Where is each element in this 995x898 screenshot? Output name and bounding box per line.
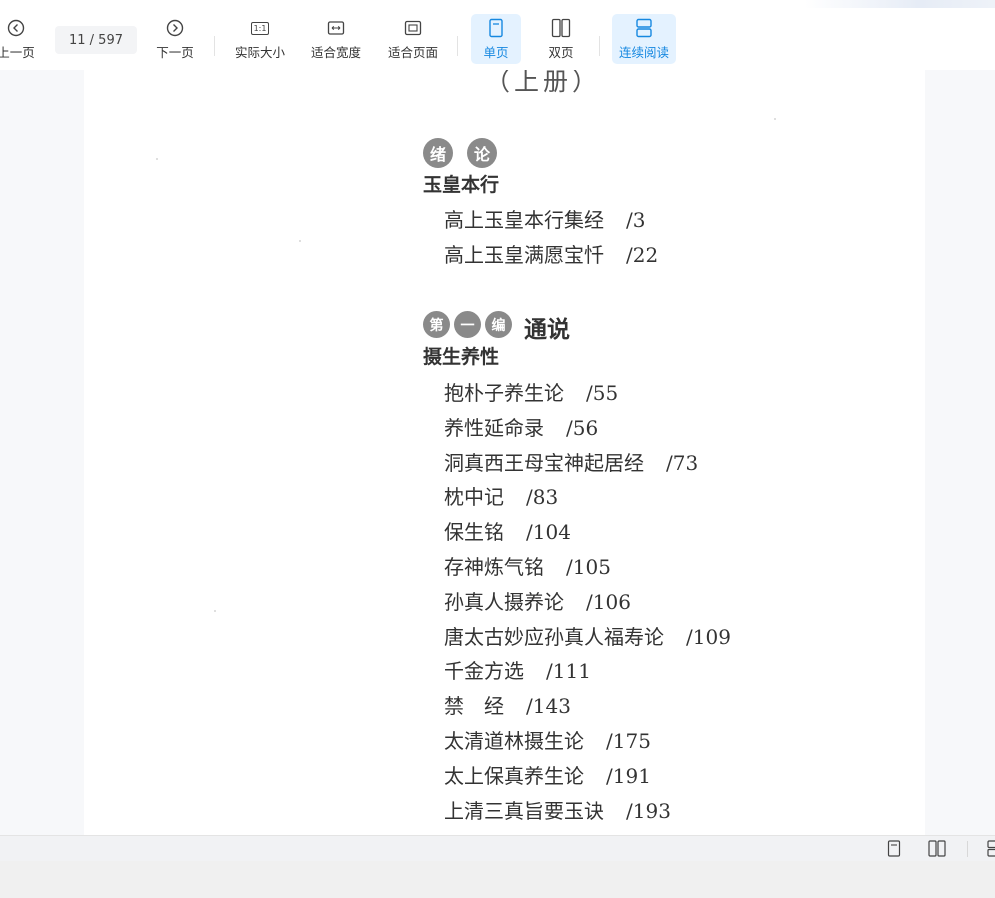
toc-entry-page: /111 xyxy=(546,659,591,684)
prev-page-button[interactable]: 上一页 xyxy=(0,14,38,64)
double-page-icon[interactable] xyxy=(928,840,946,861)
continuous-scroll-icon xyxy=(635,17,653,39)
toc-entry: 洞真西王母宝神起居经/73 xyxy=(444,447,698,476)
fit-page-button[interactable]: 适合页面 xyxy=(383,14,443,64)
fit-width-icon xyxy=(327,17,345,39)
subsection-heading: 摄生养性 xyxy=(423,346,500,368)
toc-entry: 枕中记/83 xyxy=(444,481,558,510)
toc-entry: 太上保真养生论/191 xyxy=(444,760,651,789)
scan-speck xyxy=(299,240,301,242)
section-badge: 绪 xyxy=(423,138,453,168)
toc-entry: 唐太古妙应孙真人福寿论/109 xyxy=(444,621,731,650)
section-badge: 论 xyxy=(467,138,497,168)
part-badge: 第 xyxy=(423,311,450,338)
toc-entry-page: /105 xyxy=(566,555,611,579)
scan-speck xyxy=(214,610,216,612)
scan-speck xyxy=(156,158,158,160)
toc-entry-page: /73 xyxy=(666,450,699,475)
status-bar xyxy=(0,835,995,861)
toc-entry-title: 唐太古妙应孙真人福寿论 xyxy=(444,624,664,649)
toc-entry-title: 孙真人摄养论 xyxy=(444,589,564,614)
continuous-reading-label: 连续阅读 xyxy=(618,45,669,60)
toc-entry: 保生铭/104 xyxy=(444,516,571,545)
one-to-one-icon-text: 1:1 xyxy=(250,21,270,35)
toolbar-divider xyxy=(214,36,215,56)
toc-entry: 存神炼气铭/105 xyxy=(444,551,611,580)
top-accent-glow xyxy=(805,0,995,8)
toc-entry-title: 养性延命录 xyxy=(444,415,544,440)
toc-entry-page: /3 xyxy=(626,208,646,232)
toc-entry: 千金方选/111 xyxy=(444,655,591,684)
next-page-button[interactable]: 下一页 xyxy=(152,14,198,64)
page-number-input[interactable]: 11 / 597 xyxy=(55,26,137,54)
toc-entry-title: 千金方选 xyxy=(444,659,524,684)
toc-entry-title: 抱朴子养生论 xyxy=(444,381,564,405)
prev-page-label: 上一页 xyxy=(0,45,35,60)
reader-toolbar: 上一页 11 / 597 下一页 1:1 实际大小 适合宽度 适合页面 单页 双… xyxy=(0,8,995,70)
double-page-button[interactable]: 双页 xyxy=(536,14,586,64)
toc-entry-title: 禁 经 xyxy=(444,694,504,719)
next-page-label: 下一页 xyxy=(156,45,194,60)
double-page-icon xyxy=(551,17,571,39)
toc-entry: 高上玉皇本行集经/3 xyxy=(444,204,645,233)
toc-entry: 上清三真旨要玉诀/193 xyxy=(444,795,671,824)
toc-entry-page: /83 xyxy=(526,485,559,510)
part-title: 通说 xyxy=(524,316,570,343)
toc-entry-title: 高上玉皇本行集经 xyxy=(444,208,604,232)
subsection-heading: 玉皇本行 xyxy=(423,174,500,196)
fit-page-label: 适合页面 xyxy=(387,45,438,60)
toc-entry-title: 保生铭 xyxy=(444,520,504,545)
fit-width-button[interactable]: 适合宽度 xyxy=(306,14,366,64)
toc-entry: 抱朴子养生论/55 xyxy=(444,377,618,406)
single-page-label: 单页 xyxy=(483,45,509,60)
toc-entry-title: 高上玉皇满愿宝忏 xyxy=(444,243,604,267)
circle-chevron-right-icon xyxy=(166,17,184,39)
volume-heading: （上册） xyxy=(485,70,602,96)
continuous-reading-button[interactable]: 连续阅读 xyxy=(612,14,676,64)
toc-entry: 太清道林摄生论/175 xyxy=(444,725,651,754)
continuous-scroll-icon[interactable] xyxy=(987,840,995,861)
toolbar-divider xyxy=(457,36,458,56)
actual-size-button[interactable]: 1:1 实际大小 xyxy=(230,14,290,64)
part-badge: 编 xyxy=(485,311,512,338)
one-to-one-icon: 1:1 xyxy=(250,17,270,39)
part-badge: 一 xyxy=(454,311,481,338)
toc-entry: 高上玉皇满愿宝忏/22 xyxy=(444,239,658,268)
toc-entry: 禁 经/143 xyxy=(444,690,571,719)
circle-chevron-left-icon xyxy=(7,17,25,39)
fit-page-icon xyxy=(404,17,422,39)
window-top-strip xyxy=(0,0,995,8)
toc-entry-page: /109 xyxy=(686,624,731,649)
toc-entry: 养性延命录/56 xyxy=(444,412,598,441)
toc-entry-title: 上清三真旨要玉诀 xyxy=(444,798,604,823)
toc-entry-title: 存神炼气铭 xyxy=(444,555,544,579)
scan-speck xyxy=(774,118,776,120)
double-page-label: 双页 xyxy=(548,45,574,60)
fit-width-label: 适合宽度 xyxy=(310,45,361,60)
single-page-icon xyxy=(488,17,504,39)
toc-entry-page: /191 xyxy=(606,763,651,788)
toc-entry-page: /104 xyxy=(526,520,571,545)
toc-entry-page: /106 xyxy=(586,589,631,614)
toc-entry-title: 洞真西王母宝神起居经 xyxy=(444,450,644,475)
toc-entry: 孙真人摄养论/106 xyxy=(444,586,631,615)
toc-entry-page: /193 xyxy=(626,798,671,823)
document-page: （上册） 绪 论 玉皇本行 高上玉皇本行集经/3 高上玉皇满愿宝忏/22 第 一… xyxy=(84,70,925,835)
toolbar-divider xyxy=(599,36,600,56)
toc-entry-title: 太上保真养生论 xyxy=(444,763,584,788)
window-footer xyxy=(0,861,995,898)
toc-entry-title: 枕中记 xyxy=(444,485,504,510)
toc-entry-page: /55 xyxy=(586,381,619,405)
toc-entry-page: /56 xyxy=(566,415,599,440)
toc-entry-page: /22 xyxy=(626,243,659,267)
toc-entry-page: /175 xyxy=(606,729,651,753)
status-bar-divider xyxy=(967,841,968,857)
single-page-button[interactable]: 单页 xyxy=(471,14,521,64)
single-page-icon[interactable] xyxy=(887,840,901,861)
toc-entry-title: 太清道林摄生论 xyxy=(444,729,584,753)
actual-size-label: 实际大小 xyxy=(234,45,285,60)
toc-entry-page: /143 xyxy=(526,694,571,719)
